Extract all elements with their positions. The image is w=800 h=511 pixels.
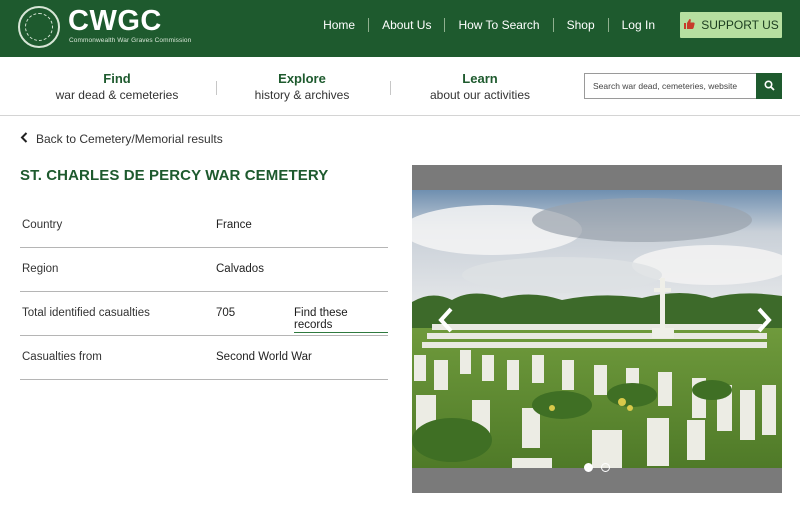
nav-shop[interactable]: Shop: [554, 18, 608, 32]
detail-row-casualties-from: Casualties from Second World War: [20, 336, 388, 380]
nav-home[interactable]: Home: [310, 18, 368, 32]
detail-label: Casualties from: [22, 351, 102, 363]
carousel-dot-1[interactable]: [584, 463, 593, 472]
detail-value: 705: [216, 307, 236, 319]
search-button[interactable]: [756, 73, 782, 99]
subnav-find[interactable]: Find war dead & cemeteries: [17, 71, 217, 103]
find-these-records-link[interactable]: Find these records: [294, 307, 388, 333]
arrow-right-icon: [756, 307, 772, 339]
nav-how-to-search[interactable]: How To Search: [445, 18, 552, 32]
detail-value: France: [216, 219, 252, 231]
cwgc-seal-logo[interactable]: [18, 6, 60, 48]
detail-value: Second World War: [216, 351, 312, 363]
page-title: ST. CHARLES DE PERCY WAR CEMETERY: [20, 167, 329, 184]
back-link-label: Back to Cemetery/Memorial results: [36, 132, 223, 146]
top-nav: Home About Us How To Search Shop Log In: [310, 0, 668, 50]
subnav-learn[interactable]: Learn about our activities: [380, 71, 580, 103]
subnav-explore-subtitle: history & archives: [254, 88, 350, 102]
cemetery-photo: [412, 190, 782, 468]
carousel-dot-2[interactable]: [601, 463, 610, 472]
carousel-prev-button[interactable]: [436, 307, 456, 339]
cemetery-details: Country France Region Calvados Total ide…: [20, 204, 388, 380]
subnav-find-title: Find: [103, 71, 131, 86]
thumbs-up-icon: [683, 18, 695, 33]
chevron-left-icon: [20, 132, 28, 146]
section-nav: Find war dead & cemeteries Explore histo…: [0, 57, 800, 116]
detail-row-casualties: Total identified casualties 705 Find the…: [20, 292, 388, 336]
brand-tagline: Commonwealth War Graves Commission: [69, 37, 192, 44]
subnav-find-subtitle: war dead & cemeteries: [55, 88, 179, 102]
image-carousel: [412, 165, 782, 493]
carousel-next-button[interactable]: [754, 307, 774, 339]
subnav-explore[interactable]: Explore history & archives: [202, 71, 402, 103]
search-input[interactable]: [584, 73, 756, 99]
subnav-learn-title: Learn: [462, 71, 498, 86]
detail-label: Country: [22, 219, 63, 231]
nav-log-in[interactable]: Log In: [609, 18, 668, 32]
detail-row-region: Region Calvados: [20, 248, 388, 292]
back-to-results-link[interactable]: Back to Cemetery/Memorial results: [20, 132, 223, 146]
detail-label: Region: [22, 263, 59, 275]
support-us-button[interactable]: SUPPORT US: [680, 12, 782, 38]
detail-label: Total identified casualties: [22, 307, 150, 319]
nav-about-us[interactable]: About Us: [369, 18, 444, 32]
search-icon: [763, 79, 775, 94]
detail-value: Calvados: [216, 263, 264, 275]
arrow-left-icon: [438, 307, 454, 339]
top-header: CWGC Commonwealth War Graves Commission …: [0, 0, 800, 57]
brand-wordmark[interactable]: CWGC: [68, 6, 162, 36]
subnav-learn-subtitle: about our activities: [429, 88, 531, 102]
carousel-dots: [412, 463, 782, 472]
subnav-explore-title: Explore: [278, 71, 326, 86]
support-us-label: SUPPORT US: [701, 18, 779, 32]
detail-row-country: Country France: [20, 204, 388, 248]
